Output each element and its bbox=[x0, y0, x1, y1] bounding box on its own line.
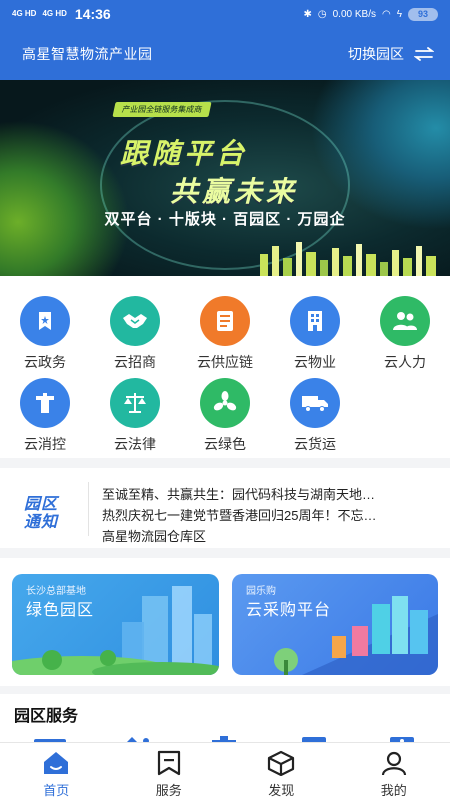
service-item-fire-control[interactable]: 云消控 bbox=[10, 378, 80, 454]
park-title: 高星智慧物流产业园 bbox=[22, 46, 153, 62]
service-label: 云法律 bbox=[114, 436, 156, 452]
tab-icon-wrap bbox=[338, 749, 450, 777]
tab-label: 发现 bbox=[268, 783, 295, 798]
app-header: 高星智慧物流产业园 切换园区 bbox=[0, 28, 450, 80]
service-item-property[interactable]: 云物业 bbox=[280, 296, 350, 372]
status-bar: 4G HD 4G HD 14:36 ✱ ◷ 0.00 KB/s ◠ ϟ 93 bbox=[0, 0, 450, 28]
tab-icon-wrap bbox=[225, 749, 338, 777]
service-grid: 云政务 云招商 云供应链 云物业 云人力 云消控 云法律 云绿色 云货运 bbox=[0, 276, 450, 458]
city-skyline-graphic bbox=[260, 242, 436, 276]
feature-cards: 长沙总部基地 绿色园区 园乐购 云采购平台 bbox=[0, 558, 450, 686]
network-indicator-1: 4G HD bbox=[12, 9, 37, 18]
service-item-investment[interactable]: 云招商 bbox=[100, 296, 170, 372]
cloud-purchase-card[interactable]: 园乐购 云采购平台 bbox=[232, 574, 438, 675]
service-item-gov[interactable]: 云政务 bbox=[10, 296, 80, 372]
discover-box-icon bbox=[268, 750, 295, 776]
hydrant-icon bbox=[36, 393, 54, 413]
service-item-supply-chain[interactable]: 云供应链 bbox=[190, 296, 260, 372]
notice-divider bbox=[88, 482, 89, 536]
service-label: 云绿色 bbox=[204, 436, 246, 452]
service-icon-circle bbox=[290, 378, 340, 428]
green-park-illustration bbox=[12, 586, 219, 675]
supply-doc-icon bbox=[217, 311, 233, 331]
tab-home[interactable]: 首页 bbox=[0, 743, 113, 800]
service-item-hr[interactable]: 云人力 bbox=[370, 296, 440, 372]
tab-mine[interactable]: 我的 bbox=[338, 743, 450, 800]
service-label: 云招商 bbox=[114, 354, 156, 370]
status-right: ✱ ◷ 0.00 KB/s ◠ ϟ 93 bbox=[303, 7, 438, 21]
switch-park-label: 切换园区 bbox=[348, 46, 404, 62]
wifi-icon: ◠ bbox=[381, 8, 391, 20]
fan-icon bbox=[213, 391, 237, 411]
promo-banner[interactable]: 产业园全链服务集成商 跟随平台 共赢未来 双平台 · 十版块 · 百园区 · 万… bbox=[0, 80, 450, 276]
truck-icon bbox=[302, 396, 328, 412]
banner-headline-1: 跟随平台 bbox=[120, 138, 249, 169]
notice-item[interactable]: 高星物流园仓库区 bbox=[102, 526, 432, 545]
service-label: 云货运 bbox=[294, 436, 336, 452]
service-icon-circle bbox=[290, 296, 340, 346]
notice-logo: 园区 通知 bbox=[20, 486, 76, 532]
clock: 14:36 bbox=[74, 6, 111, 22]
service-peek-icon bbox=[118, 732, 154, 745]
tab-label: 我的 bbox=[380, 783, 407, 798]
bluetooth-icon: ✱ bbox=[303, 8, 312, 20]
service-label: 云物业 bbox=[294, 354, 336, 370]
profile-icon bbox=[381, 751, 406, 776]
tab-icon-wrap bbox=[0, 749, 113, 777]
people-icon bbox=[393, 312, 417, 330]
tab-discover[interactable]: 发现 bbox=[225, 743, 338, 800]
notice-logo-line2: 通知 bbox=[24, 514, 59, 531]
service-icon-circle bbox=[200, 296, 250, 346]
scales-icon bbox=[124, 393, 146, 413]
service-label: 云政务 bbox=[24, 354, 66, 370]
home-icon bbox=[44, 752, 69, 774]
banner-tag: 产业园全链服务集成商 bbox=[112, 102, 212, 117]
alarm-icon: ◷ bbox=[317, 8, 327, 20]
service-icon-circle bbox=[20, 378, 70, 428]
service-icon-circle bbox=[110, 296, 160, 346]
notice-item[interactable]: 热烈庆祝七一建党节暨香港回归25周年！不忘… bbox=[102, 505, 432, 524]
gov-bookmark-icon bbox=[39, 312, 51, 330]
service-icon-circle bbox=[20, 296, 70, 346]
service-peek-icon bbox=[206, 732, 242, 745]
swap-icon bbox=[414, 47, 434, 61]
service-label: 云人力 bbox=[384, 354, 426, 370]
service-icon-circle bbox=[200, 378, 250, 428]
charging-icon: ϟ bbox=[396, 8, 402, 20]
tab-label: 首页 bbox=[43, 783, 70, 798]
handshake-icon bbox=[123, 314, 147, 328]
banner-subtitle: 双平台 · 十版块 · 百园区 · 万园企 bbox=[104, 211, 346, 228]
park-notice-panel: 园区 通知 至诚至精、共赢共生：园代码科技与湖南天地… 热烈庆祝七一建党节暨香港… bbox=[0, 468, 450, 548]
tab-service[interactable]: 服务 bbox=[113, 743, 226, 800]
service-item-freight[interactable]: 云货运 bbox=[280, 378, 350, 454]
service-label: 云消控 bbox=[24, 436, 66, 452]
banner-headline-2: 共赢未来 bbox=[170, 176, 299, 207]
service-label: 云供应链 bbox=[197, 354, 253, 370]
green-park-card[interactable]: 长沙总部基地 绿色园区 bbox=[12, 574, 219, 675]
notice-item[interactable]: 至诚至精、共赢共生：园代码科技与湖南天地… bbox=[102, 484, 432, 503]
cloud-purchase-illustration bbox=[274, 596, 438, 675]
tab-label: 服务 bbox=[155, 783, 182, 798]
switch-park-button[interactable]: 切换园区 bbox=[348, 44, 434, 64]
service-peek-icon bbox=[296, 732, 332, 745]
service-icon bbox=[157, 750, 180, 776]
building-icon bbox=[308, 311, 322, 331]
net-speed: 0.00 KB/s bbox=[332, 8, 376, 20]
tab-icon-wrap bbox=[113, 749, 226, 777]
service-item-legal[interactable]: 云法律 bbox=[100, 378, 170, 454]
network-indicator-2: 4G HD bbox=[42, 9, 67, 18]
service-item-green[interactable]: 云绿色 bbox=[190, 378, 260, 454]
bottom-tab-bar: 首页 服务 发现 我的 bbox=[0, 742, 450, 800]
service-icon-circle bbox=[380, 296, 430, 346]
status-left: 4G HD 4G HD 14:36 bbox=[12, 6, 111, 22]
battery-indicator: 93 bbox=[408, 7, 438, 21]
service-icon-circle bbox=[110, 378, 160, 428]
service-peek-icon bbox=[384, 732, 420, 745]
service-peek-icon bbox=[32, 732, 68, 745]
section-title: 园区服务 bbox=[14, 708, 79, 725]
